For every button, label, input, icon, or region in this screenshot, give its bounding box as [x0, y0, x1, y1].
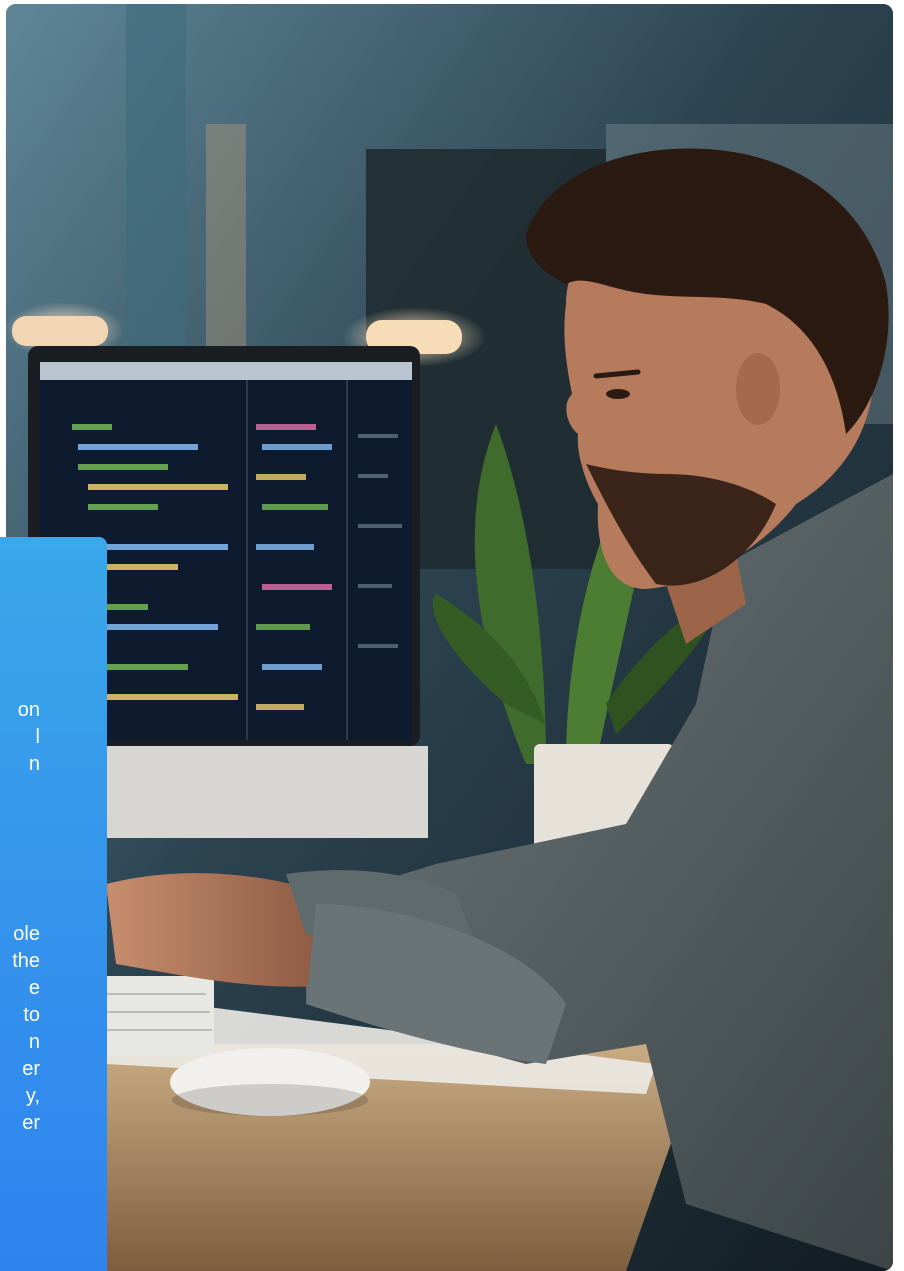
card-text-line: on [17, 699, 40, 721]
hero-photo [6, 4, 893, 1271]
card-text-line: n [28, 753, 40, 775]
eye [606, 389, 630, 399]
card-text-line: to [23, 1004, 40, 1026]
photo-scene [6, 4, 893, 1271]
card-text-line: l [35, 726, 40, 748]
card-text-line: y, [25, 1085, 40, 1107]
card-paragraph-1: on l n [0, 697, 40, 778]
card-text-line: e [28, 977, 40, 999]
card-text-line: n [28, 1031, 40, 1053]
info-card: on l n ole the e to n er y, er [0, 537, 107, 1271]
monitor-chin [102, 746, 428, 838]
card-text-line: the [12, 950, 40, 972]
lamp-left [12, 316, 108, 346]
ear [736, 353, 780, 425]
background-light-strip [206, 124, 246, 364]
card-text-line: er [22, 1112, 40, 1134]
keyboard [96, 976, 214, 1056]
background-column [126, 4, 186, 384]
card-text-line: ole [13, 923, 40, 945]
card-paragraph-2: ole the e to n er y, er [0, 921, 40, 1137]
card-text-line: er [22, 1058, 40, 1080]
